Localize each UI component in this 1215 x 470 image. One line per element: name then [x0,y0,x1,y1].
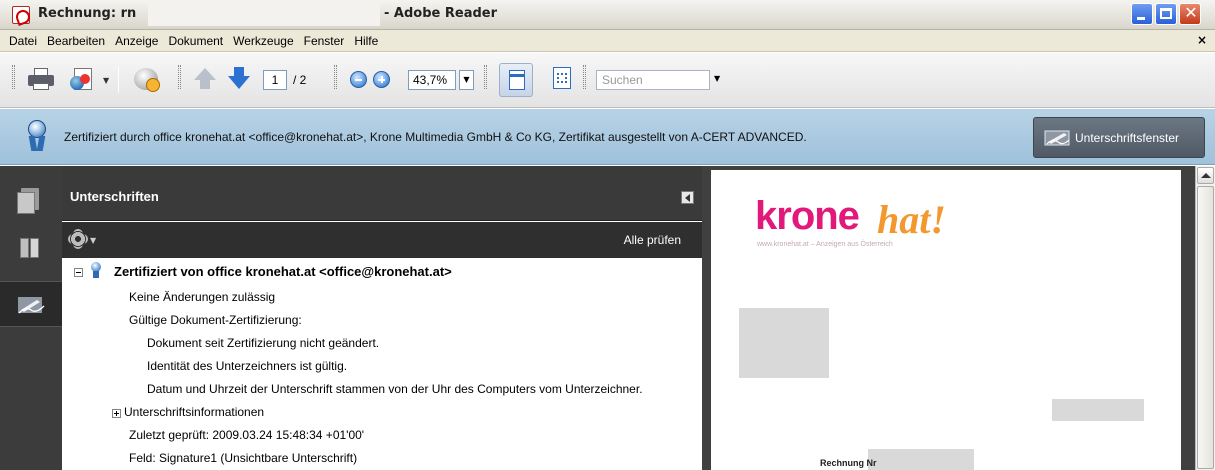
signature-window-label: Unterschriftsfenster [1075,131,1180,145]
print-icon[interactable] [28,68,54,90]
menu-anzeige[interactable]: Anzeige [110,34,163,48]
options-dropdown-icon[interactable]: ▼ [90,236,96,245]
fit-width-icon[interactable] [499,63,533,97]
verify-all-button[interactable]: Alle prüfen [624,233,681,247]
minimize-icon [1137,17,1145,20]
window-title: Rechnung: rn [38,6,137,21]
navigation-pane [0,166,62,470]
zoom-out-icon[interactable] [350,71,367,88]
toolbar-grip[interactable] [583,65,586,89]
vertical-scrollbar[interactable] [1195,166,1215,470]
collapse-panel-icon[interactable] [681,191,694,204]
zoom-dropdown-icon[interactable]: ▼ [459,70,474,90]
certificate-ribbon-icon [26,120,48,152]
menu-fenster[interactable]: Fenster [299,34,350,48]
collapse-certification-icon[interactable] [74,268,83,277]
next-page-icon-stem [234,67,244,76]
fit-page-icon[interactable] [553,67,571,89]
bookmarks-button[interactable] [0,226,62,272]
signatures-panel-toolbar: ▼ Alle prüfen [62,222,702,258]
page-number-input[interactable]: 1 [263,70,287,90]
page-total: / 2 [293,73,307,87]
menu-dokument[interactable]: Dokument [163,34,228,48]
menu-bar: Datei Bearbeiten Anzeige Dokument Werkze… [0,30,1215,52]
redacted-block [739,308,829,378]
menu-hilfe[interactable]: Hilfe [349,34,383,48]
logo-hat-text: hat! [877,197,946,242]
logo-krone-text: krone [755,194,860,238]
bookmarks-icon [20,238,42,260]
export-dropdown-icon[interactable]: ▼ [103,76,109,85]
search-dropdown-icon[interactable]: ▼ [714,74,720,83]
signature-tree: Zertifiziert von office kronehat.at <off… [62,258,702,470]
signature-pen-icon [1044,130,1070,146]
tree-item-valid-certification[interactable]: Gültige Dokument-Zertifizierung: [129,313,302,327]
prev-page-icon[interactable] [194,68,216,80]
signatures-icon [18,297,45,314]
signatures-panel: Unterschriften ▼ Alle prüfen Zertifizier… [62,166,702,470]
zoom-level-field[interactable]: 43,7% [408,70,456,90]
toolbar-grip[interactable] [334,65,337,89]
maximize-button[interactable] [1155,3,1177,25]
export-icon[interactable] [70,66,96,92]
scroll-up-icon[interactable] [1197,167,1214,184]
title-redaction [148,3,380,26]
maximize-icon [1160,8,1172,19]
tree-item-field[interactable]: Feld: Signature1 (Unsichtbare Unterschri… [129,451,357,465]
menu-datei[interactable]: Datei [4,34,42,48]
signature-window-button[interactable]: Unterschriftsfenster [1033,117,1205,158]
pages-button[interactable] [0,176,62,222]
pages-icon [17,188,39,214]
certification-message: Zertifiziert durch office kronehat.at <o… [64,130,807,144]
prev-page-icon-stem [200,80,210,89]
signatures-button[interactable] [0,281,62,327]
tree-item-unchanged[interactable]: Dokument seit Zertifizierung nicht geänd… [147,336,379,350]
invoice-number-label: Rechnung Nr [820,458,877,468]
tree-item-no-changes[interactable]: Keine Änderungen zulässig [129,290,275,304]
certification-root[interactable]: Zertifiziert von office kronehat.at <off… [114,264,452,279]
zoom-in-icon[interactable] [373,71,390,88]
toolbar-grip[interactable] [484,65,487,89]
tree-item-last-checked[interactable]: Zuletzt geprüft: 2009.03.24 15:48:34 +01… [129,428,364,442]
logo-tagline: www.kronehat.at – Anzeigen aus Österreic… [757,241,893,248]
expand-signature-info-icon[interactable] [112,409,121,418]
toolbar: ▼ 1 / 2 43,7% ▼ Suchen ▼ [0,53,1215,108]
certificate-icon [90,262,102,278]
minimize-button[interactable] [1131,3,1153,25]
search-input[interactable]: Suchen [596,70,710,90]
close-icon: ✕ [1184,3,1198,22]
toolbar-grip[interactable] [12,65,15,89]
menu-werkzeuge[interactable]: Werkzeuge [228,34,298,48]
tree-item-timestamp[interactable]: Datum und Uhrzeit der Unterschrift stamm… [147,382,643,396]
scrollbar-thumb[interactable] [1197,186,1214,469]
window-title-app: - Adobe Reader [384,6,498,21]
tree-item-signature-info[interactable]: Unterschriftsinformationen [124,405,264,419]
menu-bearbeiten[interactable]: Bearbeiten [42,34,110,48]
options-gear-icon[interactable] [70,231,86,247]
signatures-panel-header: Unterschriften [62,166,702,221]
close-button[interactable]: ✕ [1179,3,1201,25]
menu-close-icon[interactable]: × [1197,33,1207,47]
next-page-icon[interactable] [228,76,250,89]
toolbar-grip[interactable] [178,65,181,89]
adobe-reader-icon[interactable] [12,6,30,24]
krone-hat-logo: krone hat! www.kronehat.at – Anzeigen au… [755,194,1015,254]
redacted-block [868,449,974,470]
toolbar-separator [118,67,119,93]
review-icon[interactable] [132,66,160,92]
redacted-block [1052,399,1144,421]
title-bar: Rechnung: rn - Adobe Reader ✕ [0,0,1215,30]
signatures-panel-title: Unterschriften [70,189,159,204]
tree-item-identity[interactable]: Identität des Unterzeichners ist gültig. [147,359,347,373]
